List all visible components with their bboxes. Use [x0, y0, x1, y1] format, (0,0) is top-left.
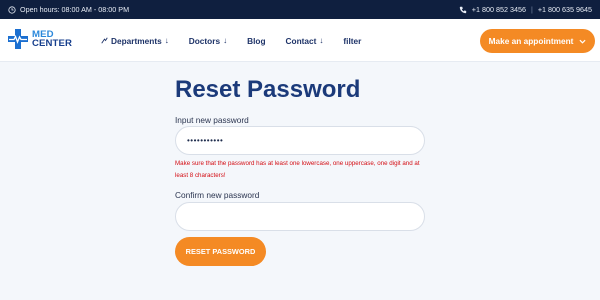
arrow-down-icon: ↓ [319, 36, 324, 45]
phone-number-1[interactable]: +1 800 852 3456 [472, 5, 526, 14]
open-hours-text: Open hours: 08:00 AM - 08:00 PM [20, 5, 130, 14]
medical-cross-icon [8, 29, 28, 49]
reset-password-button[interactable]: RESET PASSWORD [175, 237, 266, 266]
nav-label-departments: Departments [111, 35, 162, 46]
top-info-bar: Open hours: 08:00 AM - 08:00 PM +1 800 8… [0, 0, 600, 19]
clock-icon [8, 5, 16, 14]
nav-label-filter: filter [343, 35, 362, 46]
nav-item-doctors[interactable]: Doctors ↓ [189, 36, 227, 46]
phone-separator: | [530, 5, 533, 14]
password-error-message: Make sure that the password has at least… [175, 160, 420, 179]
arrow-down-icon: ↓ [223, 36, 228, 45]
nav-item-filter[interactable]: filter [343, 36, 361, 46]
nav-item-departments[interactable]: Departments ↓ [101, 36, 169, 46]
nav-label-contact: Contact [285, 35, 317, 46]
nav-label-blog: Blog [247, 35, 266, 46]
chevron-down-icon [579, 39, 586, 44]
main-nav: Departments ↓ Doctors ↓ Blog Contact ↓ f… [101, 19, 381, 62]
phone-number-2[interactable]: +1 800 635 9645 [538, 5, 592, 14]
page-title: Reset Password [175, 76, 361, 103]
logo[interactable]: MED CENTER [7, 28, 72, 50]
nav-item-contact[interactable]: Contact ↓ [286, 36, 324, 46]
make-appointment-button[interactable]: Make an appointment [480, 29, 595, 53]
confirm-password-field[interactable] [175, 202, 425, 231]
phone-icon [459, 6, 466, 13]
make-appointment-label: Make an appointment [488, 36, 574, 46]
arrow-down-icon: ↓ [164, 36, 169, 45]
departments-icon [101, 37, 108, 44]
new-password-field[interactable]: ••••••••••• [175, 126, 425, 155]
open-hours: Open hours: 08:00 AM - 08:00 PM [8, 0, 129, 19]
nav-label-doctors: Doctors [188, 35, 221, 46]
main-header: MED CENTER Departments ↓ Doctors ↓ Blog … [0, 19, 600, 62]
confirm-password-label: Confirm new password [175, 190, 260, 200]
nav-item-blog[interactable]: Blog [247, 36, 265, 46]
logo-text-center: CENTER [32, 38, 73, 49]
phone-numbers: +1 800 852 3456 | +1 800 635 9645 [459, 0, 592, 19]
new-password-label: Input new password [175, 115, 249, 125]
